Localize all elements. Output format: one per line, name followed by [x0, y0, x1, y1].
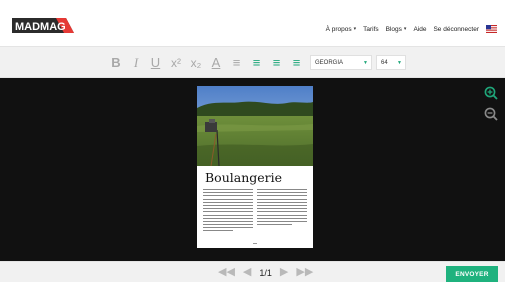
- next-page-icon[interactable]: ▶: [280, 267, 288, 278]
- page-indicator: 1/1: [259, 267, 272, 278]
- logo-text: MADMAG: [15, 21, 66, 33]
- madmag-logo[interactable]: MADMAG: [12, 17, 74, 34]
- nav-item-blogs[interactable]: Blogs ▾: [386, 26, 407, 33]
- chevron-down-icon: ▾: [353, 26, 357, 32]
- chevron-down-icon: ▼: [363, 60, 368, 66]
- font-family-value: GEORGIA: [315, 59, 344, 66]
- underline-icon: U: [150, 55, 161, 70]
- top-header: MADMAG À propos ▾ Tarifs Blogs ▾ Aide Se…: [0, 0, 505, 46]
- page-title[interactable]: Boulangerie: [205, 170, 282, 185]
- formatting-toolbar: B I U x² x₂ A ≡ ≡ ≡ ≡ GEORGIA ▼ 64 ▼: [0, 46, 505, 78]
- font-size-select[interactable]: 64 ▼: [376, 55, 406, 70]
- font-family-select[interactable]: GEORGIA ▼: [310, 55, 372, 70]
- zoom-in-icon[interactable]: [484, 86, 498, 100]
- justify-button[interactable]: ≡: [290, 54, 303, 71]
- underline-button[interactable]: U: [149, 54, 162, 71]
- nav-item-logout[interactable]: Se déconnecter: [433, 26, 479, 33]
- chevron-down-icon: ▼: [397, 60, 402, 66]
- body-text[interactable]: [203, 189, 307, 241]
- align-center-button[interactable]: ≡: [250, 54, 263, 71]
- font-size-value: 64: [381, 59, 388, 66]
- nav-label: Se déconnecter: [433, 25, 479, 33]
- bottom-bar: ◀◀ ◀ 1/1 ▶ ▶▶: [0, 261, 505, 282]
- first-page-icon[interactable]: ◀◀: [218, 267, 235, 278]
- align-right-icon: ≡: [272, 55, 281, 70]
- text-column: [257, 189, 307, 241]
- text-column: [203, 189, 253, 241]
- us-flag-icon[interactable]: [486, 25, 497, 33]
- align-left-button[interactable]: ≡: [230, 54, 243, 71]
- text-color-button[interactable]: A: [209, 54, 223, 71]
- nav-item-aide[interactable]: Aide: [413, 26, 426, 33]
- align-center-icon: ≡: [252, 55, 261, 70]
- bold-button[interactable]: B: [109, 54, 123, 71]
- cover-photo[interactable]: [197, 86, 313, 166]
- subscript-icon: x₂: [190, 55, 202, 70]
- superscript-button[interactable]: x²: [168, 54, 184, 71]
- last-page-icon[interactable]: ▶▶: [296, 267, 313, 278]
- align-right-button[interactable]: ≡: [270, 54, 283, 71]
- prev-page-icon[interactable]: ◀: [243, 267, 251, 278]
- chevron-down-icon: ▾: [403, 26, 407, 32]
- bold-icon: B: [111, 55, 121, 70]
- zoom-out-icon[interactable]: [484, 107, 498, 121]
- nav-label: Aide: [413, 25, 427, 33]
- subscript-button[interactable]: x₂: [188, 54, 204, 71]
- italic-icon: I: [133, 54, 139, 70]
- nav-label: Tarifs: [363, 25, 379, 33]
- page-number-mark: [253, 243, 257, 244]
- justify-icon: ≡: [292, 55, 301, 70]
- superscript-icon: x²: [171, 55, 181, 70]
- nav-item-a-propos[interactable]: À propos ▾: [326, 26, 357, 33]
- pager: ◀◀ ◀ 1/1 ▶ ▶▶: [218, 262, 313, 283]
- nav-label: À propos: [325, 25, 352, 33]
- magazine-page[interactable]: Boulangerie: [197, 86, 313, 248]
- text-color-icon: A: [211, 55, 221, 70]
- send-button[interactable]: ENVOYER: [446, 266, 498, 282]
- align-left-icon: ≡: [232, 55, 241, 70]
- main-nav: À propos ▾ Tarifs Blogs ▾ Aide Se déconn…: [326, 25, 497, 33]
- nav-label: Blogs: [385, 25, 402, 33]
- nav-item-tarifs[interactable]: Tarifs: [363, 26, 379, 33]
- italic-button[interactable]: I: [130, 54, 142, 71]
